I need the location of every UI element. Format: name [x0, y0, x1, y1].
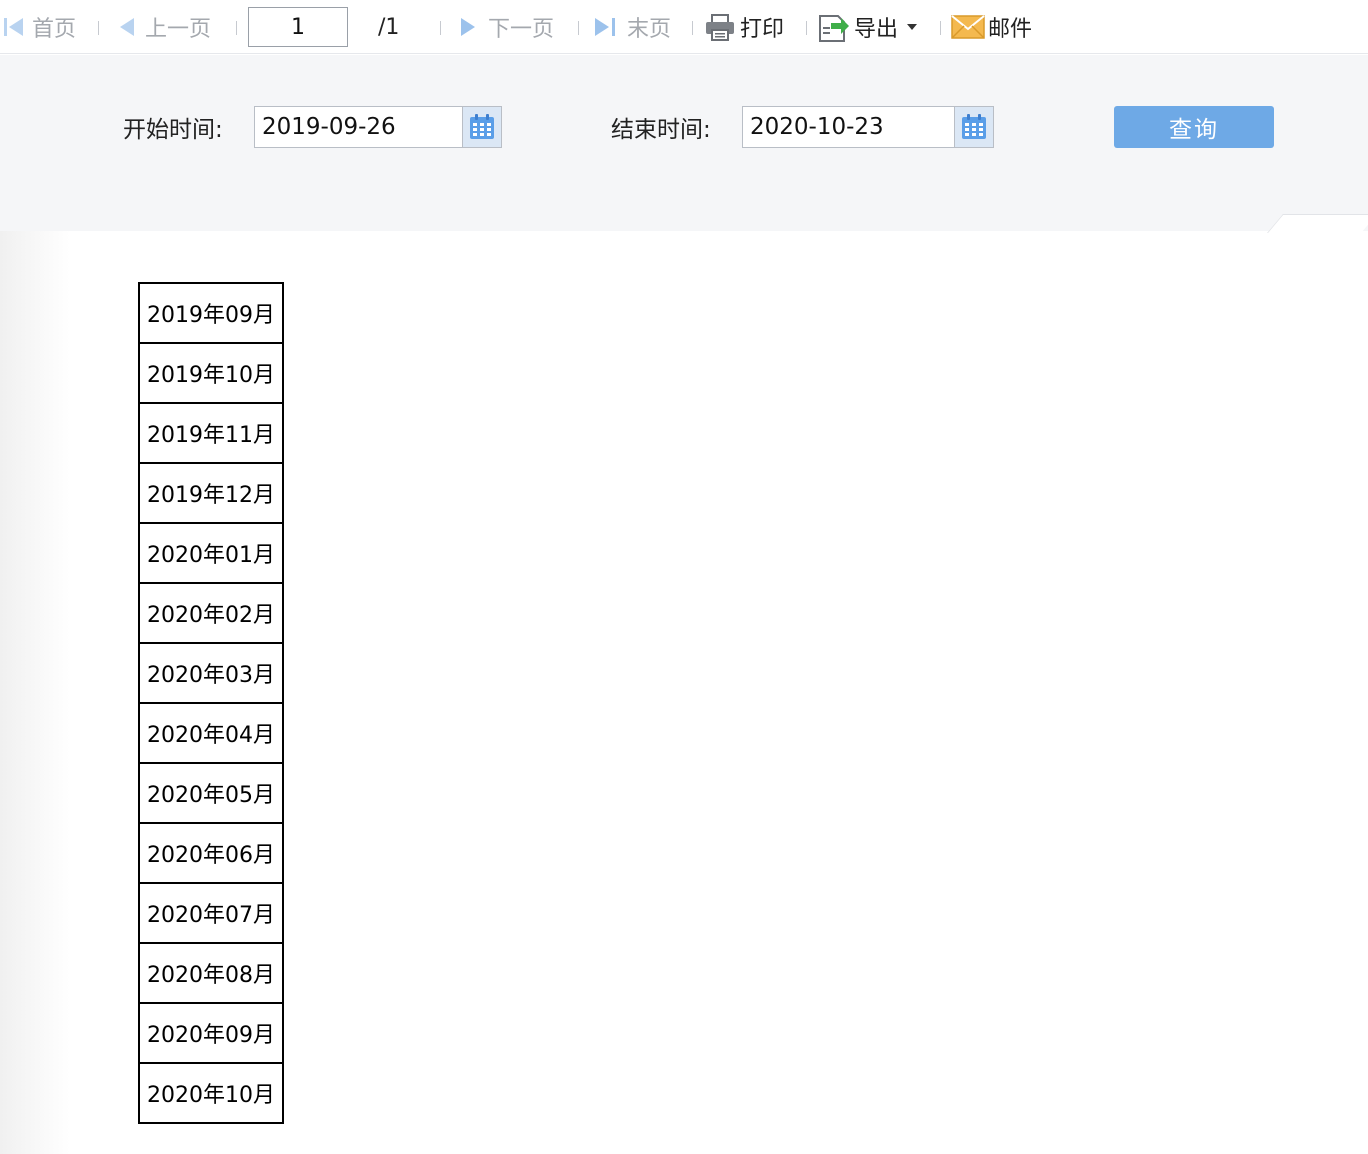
start-time-label: 开始时间: [123, 117, 223, 143]
printer-icon [704, 12, 736, 42]
report-left-margin [0, 231, 70, 1154]
query-button[interactable]: 查询 [1114, 106, 1274, 148]
print-button[interactable]: 打印 [704, 0, 784, 54]
end-time-label: 结束时间: [611, 117, 711, 143]
export-icon [817, 10, 851, 44]
month-cell: 2020年09月 [138, 1002, 284, 1064]
table-row: 2020年02月 [138, 582, 284, 644]
month-cell: 2020年03月 [138, 642, 284, 704]
next-page-icon [458, 15, 478, 39]
next-page-button[interactable]: 下一页 [458, 0, 554, 54]
month-cell: 2020年05月 [138, 762, 284, 824]
month-cell: 2019年10月 [138, 342, 284, 404]
toolbar-divider [692, 21, 693, 35]
report-table: 2019年09月 2019年10月 2019年11月 2019年12月 2020年01月… [138, 282, 284, 1124]
table-row: 2020年03月 [138, 642, 284, 704]
table-row: 2020年04月 [138, 702, 284, 764]
month-cell: 2019年12月 [138, 462, 284, 524]
panel-collapse-tab[interactable] [1267, 214, 1368, 233]
table-row: 2020年05月 [138, 762, 284, 824]
start-date-field [254, 106, 502, 148]
report-toolbar: 首页 上一页 /1 下一页 末页 [0, 0, 1368, 54]
print-label: 打印 [740, 17, 785, 42]
next-page-label: 下一页 [488, 17, 555, 42]
export-button[interactable]: 导出 [817, 0, 918, 54]
last-page-icon [593, 15, 619, 39]
end-date-input[interactable] [743, 107, 955, 147]
prev-page-button[interactable]: 上一页 [117, 0, 211, 54]
month-cell: 2020年08月 [138, 942, 284, 1004]
toolbar-divider [440, 21, 441, 35]
toolbar-divider [98, 21, 99, 35]
start-date-input[interactable] [255, 107, 463, 147]
table-row: 2020年01月 [138, 522, 284, 584]
export-label: 导出 [854, 17, 899, 42]
parameter-panel: 开始时间: 结束时间: [0, 55, 1368, 231]
calendar-icon [468, 113, 496, 141]
prev-page-label: 上一页 [145, 17, 212, 42]
table-row: 2020年07月 [138, 882, 284, 944]
table-row: 2020年06月 [138, 822, 284, 884]
month-cell: 2019年09月 [138, 282, 284, 344]
prev-page-icon [117, 15, 137, 39]
table-row: 2019年10月 [138, 342, 284, 404]
table-row: 2019年09月 [138, 282, 284, 344]
toolbar-divider [806, 21, 807, 35]
last-page-button[interactable]: 末页 [593, 0, 671, 54]
month-cell: 2020年06月 [138, 822, 284, 884]
first-page-label: 首页 [32, 17, 77, 42]
table-row: 2020年09月 [138, 1002, 284, 1064]
first-page-icon [2, 15, 26, 39]
month-cell: 2020年01月 [138, 522, 284, 584]
mail-label: 邮件 [988, 17, 1033, 42]
table-row: 2019年12月 [138, 462, 284, 524]
table-row: 2020年10月 [138, 1062, 284, 1124]
mail-button[interactable]: 邮件 [951, 0, 1032, 54]
toolbar-divider [940, 21, 941, 35]
month-cell: 2019年11月 [138, 402, 284, 464]
table-row: 2019年11月 [138, 402, 284, 464]
toolbar-divider [578, 21, 579, 35]
month-cell: 2020年10月 [138, 1062, 284, 1124]
table-row: 2020年08月 [138, 942, 284, 1004]
month-cell: 2020年07月 [138, 882, 284, 944]
toolbar-divider [236, 21, 237, 35]
dropdown-caret-icon [906, 23, 918, 31]
page-number-input[interactable] [248, 7, 348, 47]
end-date-field [742, 106, 994, 148]
mail-icon [951, 14, 985, 40]
start-date-picker-button[interactable] [462, 107, 501, 147]
calendar-icon [960, 113, 988, 141]
month-cell: 2020年04月 [138, 702, 284, 764]
end-date-picker-button[interactable] [954, 107, 993, 147]
last-page-label: 末页 [627, 17, 672, 42]
page-total: /1 [378, 14, 400, 40]
month-cell: 2020年02月 [138, 582, 284, 644]
first-page-button[interactable]: 首页 [2, 0, 76, 54]
